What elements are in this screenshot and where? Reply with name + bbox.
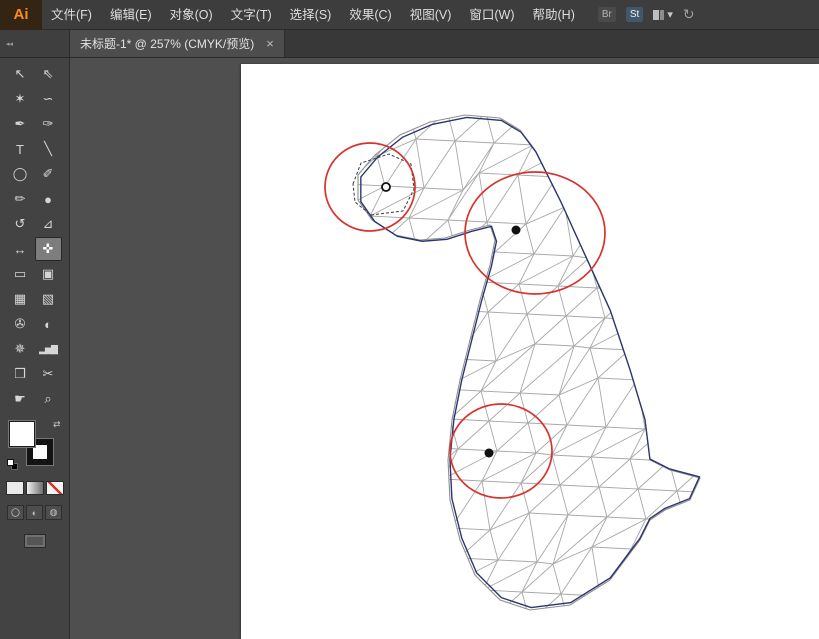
symbol-sprayer-tool[interactable]: ✵: [7, 337, 34, 361]
menu-select[interactable]: 选择(S): [281, 0, 341, 30]
pencil-tool[interactable]: ✏: [7, 187, 34, 211]
app-logo: Ai: [0, 0, 42, 30]
fill-color-swatch[interactable]: [9, 421, 35, 447]
ellipse-tool[interactable]: ◯: [7, 162, 34, 186]
gradient-tool[interactable]: ▧: [35, 287, 62, 311]
eyedropper-tool[interactable]: ✇: [7, 312, 34, 336]
tools-grid: ↖⇖✶∽✒✑T╲◯✐✏●↺⊿↔✜▭▣▦▧✇◐✵▂▅▇❒✂☛⌕: [7, 62, 63, 411]
default-fill-stroke-button[interactable]: [7, 459, 19, 471]
gradient-button[interactable]: [26, 481, 44, 495]
paint-mode-row: [6, 481, 64, 495]
menu-edit[interactable]: 编辑(E): [101, 0, 161, 30]
selection-tool[interactable]: ↖: [7, 62, 34, 86]
scale-tool[interactable]: ⊿: [35, 212, 62, 236]
menu-object[interactable]: 对象(O): [161, 0, 222, 30]
free-transform-tool[interactable]: ▭: [7, 262, 34, 286]
paintbrush-tool[interactable]: ✐: [35, 162, 62, 186]
tool-panel: ↖⇖✶∽✒✑T╲◯✐✏●↺⊿↔✜▭▣▦▧✇◐✵▂▅▇❒✂☛⌕ ⇄ 〇 ◐ ◍: [0, 58, 70, 639]
menu-type[interactable]: 文字(T): [222, 0, 281, 30]
width-tool[interactable]: ↔: [7, 237, 34, 261]
change-screen-mode-button[interactable]: [24, 534, 46, 548]
canvas-pasteboard[interactable]: [70, 58, 819, 639]
color-button[interactable]: [6, 481, 24, 495]
zoom-tool[interactable]: ⌕: [35, 387, 62, 411]
blob-brush-tool[interactable]: ●: [35, 187, 62, 211]
tab-close-icon[interactable]: ×: [266, 36, 274, 51]
workspace-icon: [653, 10, 664, 20]
tab-bar: ◂◂ 未标题-1* @ 257% (CMYK/预览) ×: [0, 30, 819, 58]
panel-collapse-button[interactable]: ◂◂: [0, 30, 70, 57]
pen-tool[interactable]: ✒: [7, 112, 34, 136]
menu-file[interactable]: 文件(F): [42, 0, 101, 30]
menu-bar: Ai 文件(F) 编辑(E) 对象(O) 文字(T) 选择(S) 效果(C) 视…: [0, 0, 819, 30]
chevron-down-icon: ▾: [667, 8, 673, 21]
menu-view[interactable]: 视图(V): [401, 0, 461, 30]
shape-builder-tool[interactable]: ▣: [35, 262, 62, 286]
draw-inside-button[interactable]: ◍: [45, 505, 62, 520]
hand-tool[interactable]: ☛: [7, 387, 34, 411]
none-button[interactable]: [46, 481, 64, 495]
swap-fill-stroke-icon[interactable]: ⇄: [53, 419, 61, 430]
add-anchor-point-tool[interactable]: ✑: [35, 112, 62, 136]
workspace-switcher[interactable]: ▾: [653, 8, 673, 21]
menu-effect[interactable]: 效果(C): [340, 0, 400, 30]
artwork-svg: [241, 64, 819, 639]
draw-behind-button[interactable]: ◐: [26, 505, 43, 520]
lasso-tool[interactable]: ∽: [35, 87, 62, 111]
column-graph-tool[interactable]: ▂▅▇: [35, 337, 62, 361]
main-content: ↖⇖✶∽✒✑T╲◯✐✏●↺⊿↔✜▭▣▦▧✇◐✵▂▅▇❒✂☛⌕ ⇄ 〇 ◐ ◍: [0, 58, 819, 639]
draw-normal-button[interactable]: 〇: [7, 505, 24, 520]
slice-tool[interactable]: ✂: [35, 362, 62, 386]
artboard[interactable]: [241, 64, 819, 639]
document-tab-title: 未标题-1* @ 257% (CMYK/预览): [80, 35, 254, 52]
artboard-tool[interactable]: ❒: [7, 362, 34, 386]
document-tab[interactable]: 未标题-1* @ 257% (CMYK/预览) ×: [70, 30, 285, 57]
menu-help[interactable]: 帮助(H): [524, 0, 584, 30]
rotate-tool[interactable]: ↺: [7, 212, 34, 236]
sync-icon[interactable]: ↻: [683, 6, 695, 23]
menu-window[interactable]: 窗口(W): [460, 0, 523, 30]
line-segment-tool[interactable]: ╲: [35, 137, 62, 161]
magic-wand-tool[interactable]: ✶: [7, 87, 34, 111]
type-tool[interactable]: T: [7, 137, 34, 161]
stock-button[interactable]: St: [626, 7, 643, 22]
menubar-right-icons: Br St ▾ ↻: [598, 6, 695, 23]
draw-mode-row: 〇 ◐ ◍: [7, 505, 62, 520]
color-swatch-block: ⇄: [7, 419, 63, 471]
bridge-button[interactable]: Br: [598, 7, 616, 22]
puppet-pin-tool[interactable]: ✜: [35, 237, 62, 261]
mesh-tool[interactable]: ▦: [7, 287, 34, 311]
blend-tool[interactable]: ◐: [35, 312, 62, 336]
illustrator-window: Ai 文件(F) 编辑(E) 对象(O) 文字(T) 选择(S) 效果(C) 视…: [0, 0, 819, 639]
direct-selection-tool[interactable]: ⇖: [35, 62, 62, 86]
